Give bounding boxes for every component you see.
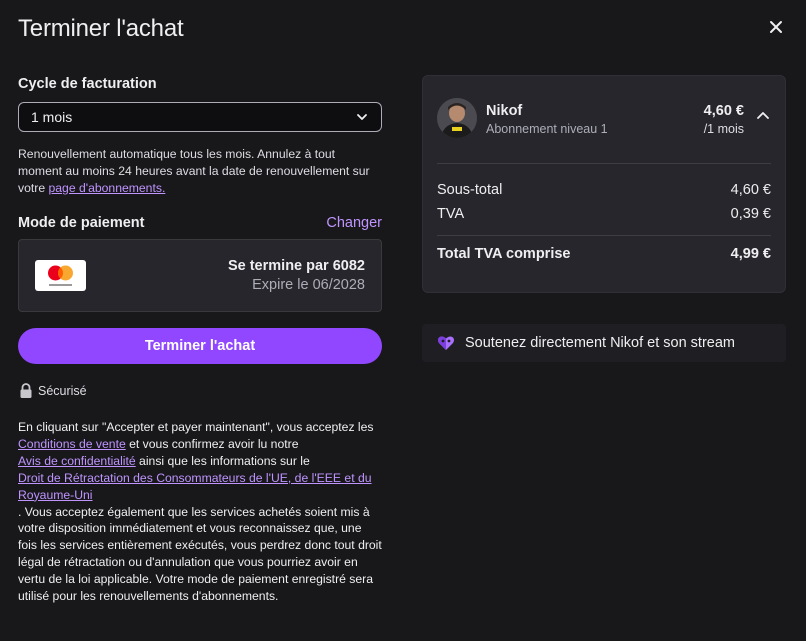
vat-row: TVA 0,39 € xyxy=(437,206,771,222)
modal-title: Terminer l'achat xyxy=(18,15,184,42)
close-button[interactable] xyxy=(764,15,788,39)
support-banner: Soutenez directement Nikof et son stream xyxy=(422,324,786,362)
avatar xyxy=(437,98,477,138)
billing-cycle-value: 1 mois xyxy=(31,109,73,125)
total-label: Total TVA comprise xyxy=(437,246,571,262)
complete-purchase-button[interactable]: Terminer l'achat xyxy=(18,328,382,364)
legal-text-4: . Vous acceptez également que les servic… xyxy=(18,504,382,604)
subtotal-label: Sous-total xyxy=(437,182,503,198)
order-summary: Nikof Abonnement niveau 1 4,60 € /1 mois… xyxy=(422,75,786,293)
subtotal-row: Sous-total 4,60 € xyxy=(437,182,771,198)
legal-text-1: En cliquant sur "Accepter et payer maint… xyxy=(18,420,374,434)
chevron-down-icon xyxy=(357,114,367,120)
legal-text-2: et vous confirmez avoir lu notre xyxy=(125,436,299,451)
vat-value: 0,39 € xyxy=(730,206,771,222)
total-row: Total TVA comprise 4,99 € xyxy=(437,246,771,262)
heart-gem-icon xyxy=(438,336,454,350)
privacy-notice-link[interactable]: Avis de confidentialité xyxy=(18,454,136,468)
support-text: Soutenez directement Nikof et son stream xyxy=(465,335,735,351)
secure-label: Sécurisé xyxy=(38,383,87,398)
billing-period: /1 mois xyxy=(703,122,744,136)
mastercard-icon xyxy=(35,260,86,291)
legal-notice: En cliquant sur "Accepter et payer maint… xyxy=(18,419,382,605)
billing-cycle-label: Cycle de facturation xyxy=(18,76,157,92)
streamer-name: Nikof xyxy=(486,103,523,119)
change-payment-link[interactable]: Changer xyxy=(326,215,382,231)
lock-icon xyxy=(20,383,32,398)
subscriptions-page-link[interactable]: page d'abonnements. xyxy=(48,181,165,195)
chevron-up-icon xyxy=(757,112,769,119)
card-details: Se termine par 6082 Expire le 06/2028 xyxy=(228,258,365,293)
subscription-price: 4,60 € xyxy=(703,103,744,119)
collapse-button[interactable] xyxy=(755,108,771,124)
checkout-left-column: Cycle de facturation 1 mois Renouvelleme… xyxy=(18,76,382,605)
product-row: Nikof Abonnement niveau 1 4,60 € /1 mois xyxy=(437,98,771,142)
payment-header: Mode de paiement Changer xyxy=(18,215,382,231)
card-expiry: Expire le 06/2028 xyxy=(252,277,365,293)
subtotal-value: 4,60 € xyxy=(730,182,771,198)
summary-divider xyxy=(437,235,771,236)
payment-method-label: Mode de paiement xyxy=(18,215,145,231)
payment-card[interactable]: Se termine par 6082 Expire le 06/2028 xyxy=(18,239,382,312)
subscription-tier: Abonnement niveau 1 xyxy=(486,122,608,136)
renewal-notice: Renouvellement automatique tous les mois… xyxy=(18,146,382,197)
terms-of-sale-link[interactable]: Conditions de vente xyxy=(18,437,126,451)
summary-divider xyxy=(437,163,771,164)
secure-indicator: Sécurisé xyxy=(18,382,382,399)
checkout-modal: Terminer l'achat Cycle de facturation 1 … xyxy=(0,0,806,641)
billing-cycle-select[interactable]: 1 mois xyxy=(18,102,382,132)
total-value: 4,99 € xyxy=(730,246,771,262)
vat-label: TVA xyxy=(437,206,465,222)
withdrawal-rights-link[interactable]: Droit de Rétractation des Consommateurs … xyxy=(18,471,372,502)
legal-text-3: ainsi que les informations sur le xyxy=(135,453,310,468)
close-icon xyxy=(770,21,782,33)
card-last-digits: Se termine par 6082 xyxy=(227,258,365,274)
